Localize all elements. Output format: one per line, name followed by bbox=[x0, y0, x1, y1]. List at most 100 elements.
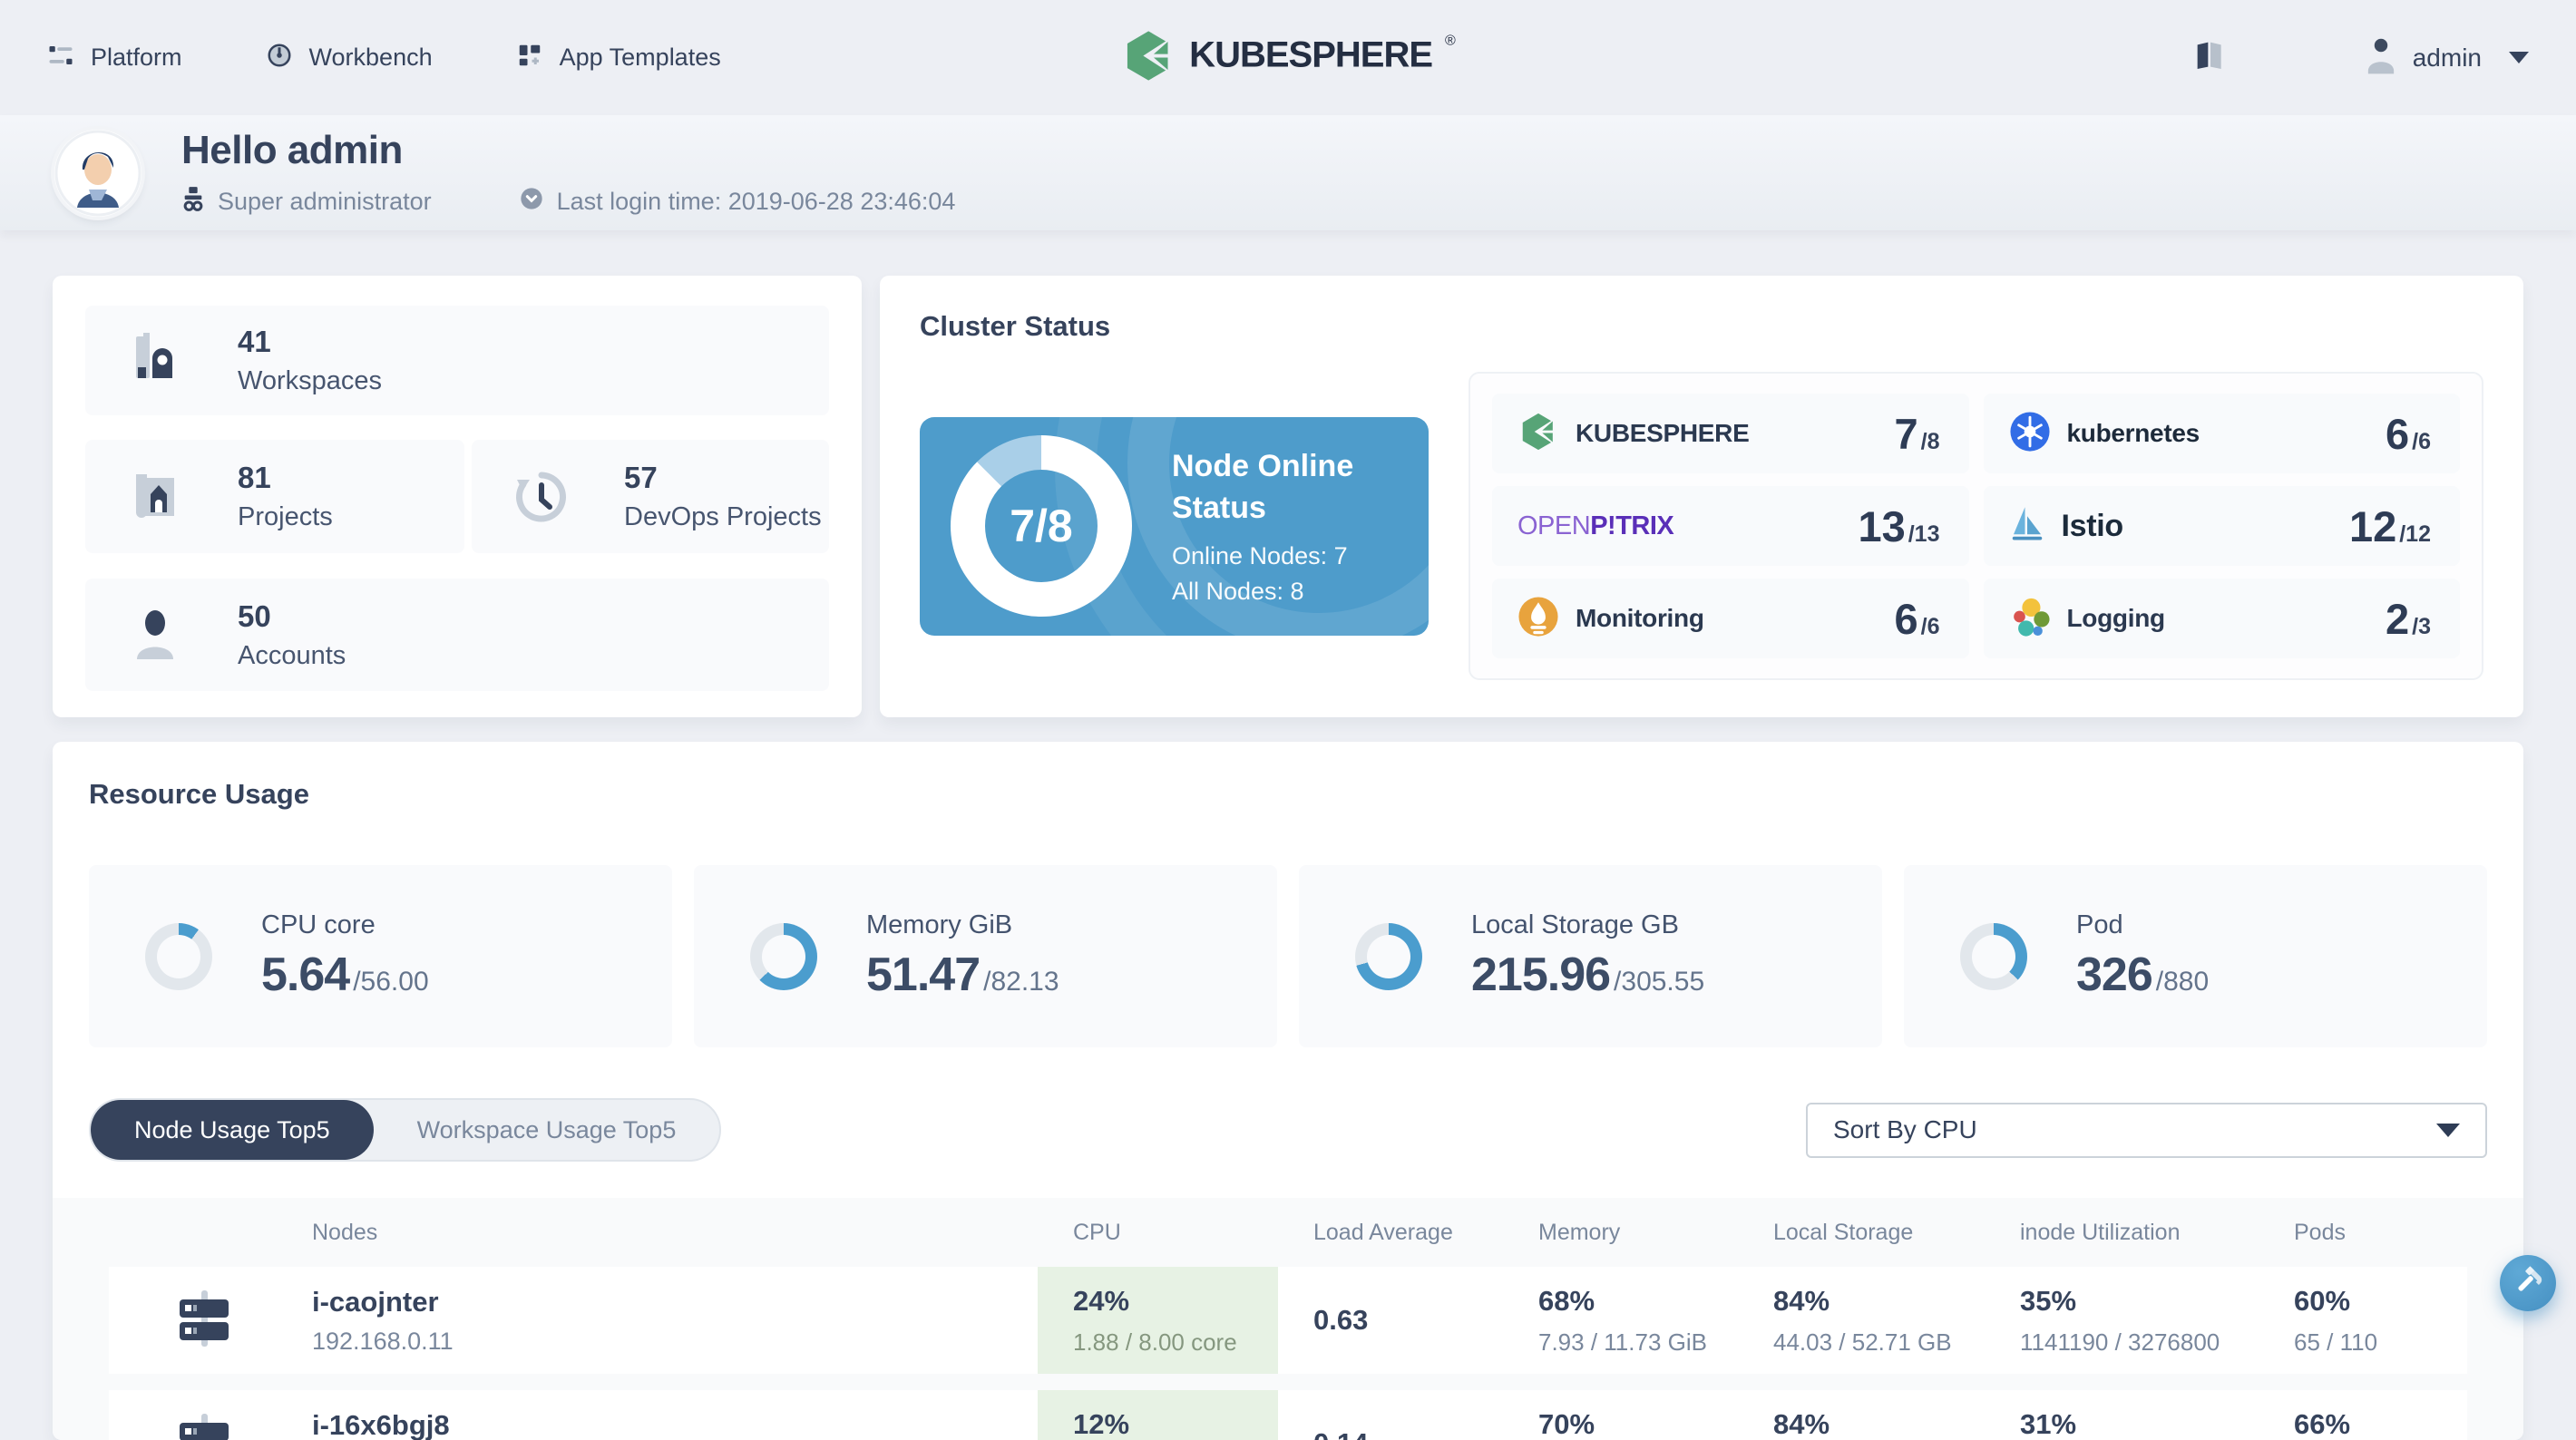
node-usage-table: Nodes CPU Load Average Memory Local Stor… bbox=[53, 1198, 2523, 1440]
memory-detail: 7.93 / 11.73 GiB bbox=[1538, 1328, 1707, 1356]
avatar bbox=[54, 129, 141, 217]
col-header-pods: Pods bbox=[2294, 1219, 2346, 1245]
inode-detail: 1141190 / 3276800 bbox=[2020, 1328, 2220, 1356]
table-row[interactable]: i-16x6bgj8 192.168.0.14 12% 0.93 / 8.00 … bbox=[109, 1390, 2467, 1440]
component-name: Istio bbox=[2061, 508, 2124, 543]
stat-label: Projects bbox=[238, 502, 333, 531]
logo-reg-mark: ® bbox=[1445, 33, 1456, 48]
cpu-cell: 24% 1.88 / 8.00 core bbox=[1038, 1267, 1278, 1374]
component-name: KUBESPHERE bbox=[1576, 419, 1750, 447]
node-online-status-card: 7/8 Node Online Status Online Nodes: 7 A… bbox=[920, 416, 1429, 636]
load-average-value: 0.14 bbox=[1313, 1427, 1503, 1440]
memory-percent: 70% bbox=[1538, 1407, 1595, 1440]
nav-right: admin bbox=[2191, 35, 2529, 80]
usage-label: Pod bbox=[2076, 910, 2123, 939]
accounts-icon bbox=[123, 607, 187, 663]
memory-cell: 68% 7.93 / 11.73 GiB bbox=[1503, 1285, 1738, 1357]
stat-value: 57 bbox=[624, 461, 658, 494]
usage-label: CPU core bbox=[261, 910, 376, 939]
col-header-memory: Memory bbox=[1538, 1219, 1621, 1245]
memory-cell: 70% 8.11 / 11.73 GiB bbox=[1503, 1408, 1738, 1440]
component-kubesphere[interactable]: KUBESPHERE 7 /8 bbox=[1492, 394, 1969, 473]
usage-total: /880 bbox=[2155, 967, 2210, 997]
platform-icon bbox=[47, 42, 74, 73]
usage-total: /56.00 bbox=[353, 967, 429, 997]
stat-value: 81 bbox=[238, 461, 271, 494]
last-login: Last login time: 2019-06-28 23:46:04 bbox=[519, 186, 955, 218]
col-header-nodes: Nodes bbox=[312, 1219, 378, 1245]
local-storage-donut bbox=[1355, 922, 1422, 990]
node-name: i-caojnter bbox=[312, 1285, 439, 1318]
component-openpitrix[interactable]: OPENP!TRIX 13 /13 bbox=[1492, 486, 1969, 566]
user-name: admin bbox=[2412, 43, 2482, 72]
kubesphere-icon bbox=[1517, 411, 1559, 457]
usage-total: /82.13 bbox=[983, 967, 1059, 997]
component-kubernetes[interactable]: kubernetes 6 /6 bbox=[1983, 394, 2460, 473]
node-cell[interactable]: i-16x6bgj8 192.168.0.14 bbox=[312, 1409, 1038, 1440]
pods-percent: 60% bbox=[2294, 1284, 2351, 1317]
app-templates-icon bbox=[516, 42, 543, 73]
nav-item-label: Platform bbox=[91, 44, 182, 71]
pods-percent: 66% bbox=[2294, 1407, 2351, 1440]
usage-label: Local Storage GB bbox=[1471, 910, 1679, 939]
component-logging[interactable]: Logging 2 /3 bbox=[1983, 579, 2460, 658]
component-monitoring[interactable]: Monitoring 6 /6 bbox=[1492, 579, 1969, 658]
logging-icon bbox=[2009, 596, 2051, 642]
pods-detail: 65 / 110 bbox=[2294, 1328, 2378, 1356]
istio-icon bbox=[2009, 504, 2045, 549]
table-row[interactable]: i-caojnter 192.168.0.11 24% 1.88 / 8.00 … bbox=[109, 1267, 2467, 1374]
load-average-value: 0.63 bbox=[1313, 1304, 1369, 1336]
chevron-down-icon bbox=[2436, 1123, 2460, 1137]
tab-node-usage-top5[interactable]: Node Usage Top5 bbox=[91, 1100, 374, 1160]
components-panel: KUBESPHERE 7 /8 kubernetes 6 /6 OPENP!TR… bbox=[1469, 372, 2483, 680]
openpitrix-logo: OPENP!TRIX bbox=[1517, 511, 1674, 540]
node-name: i-16x6bgj8 bbox=[312, 1408, 450, 1440]
component-value: 6 bbox=[1894, 594, 1918, 643]
stat-devops-projects[interactable]: 57 DevOps Projects bbox=[472, 440, 829, 553]
component-name: kubernetes bbox=[2066, 419, 2200, 447]
component-total: /13 bbox=[1908, 521, 1940, 547]
stat-workspaces[interactable]: 41 Workspaces bbox=[85, 306, 829, 415]
logo-text: KUBESPHERE bbox=[1189, 34, 1433, 74]
local-storage-percent: 84% bbox=[1773, 1407, 1830, 1440]
nav-item-workbench[interactable]: Workbench bbox=[266, 42, 433, 73]
nav-item-platform[interactable]: Platform bbox=[47, 42, 182, 73]
node-ip: 192.168.0.11 bbox=[312, 1327, 454, 1355]
user-role-label: Super administrator bbox=[218, 188, 432, 215]
sort-by-value: Sort By CPU bbox=[1833, 1115, 1977, 1143]
tab-workspace-usage-top5[interactable]: Workspace Usage Top5 bbox=[374, 1100, 720, 1160]
toolbox-button[interactable] bbox=[2500, 1255, 2556, 1311]
component-value: 2 bbox=[2386, 594, 2410, 643]
cpu-percent: 12% bbox=[1073, 1407, 1130, 1440]
component-value: 12 bbox=[2348, 501, 2397, 550]
nav-item-label: Workbench bbox=[308, 44, 433, 71]
sort-by-select[interactable]: Sort By CPU bbox=[1806, 1102, 2487, 1158]
usage-value: 51.47 bbox=[866, 949, 981, 1001]
docs-book-icon[interactable] bbox=[2191, 37, 2228, 78]
stat-accounts[interactable]: 50 Accounts bbox=[85, 579, 829, 691]
pod-donut bbox=[1960, 922, 2027, 990]
chevron-down-icon bbox=[2509, 52, 2529, 63]
pods-cell: 66% 72 / 110 bbox=[2259, 1408, 2467, 1440]
local-storage-percent: 84% bbox=[1773, 1284, 1830, 1317]
usage-local-storage: Local Storage GB 215.96 /305.55 bbox=[1299, 865, 1882, 1047]
memory-donut bbox=[750, 922, 817, 990]
node-cell[interactable]: i-caojnter 192.168.0.11 bbox=[312, 1286, 1038, 1356]
pods-cell: 60% 65 / 110 bbox=[2259, 1285, 2467, 1357]
cluster-status-title: Cluster Status bbox=[920, 310, 1111, 342]
usage-label: Memory GiB bbox=[866, 910, 1013, 939]
inode-percent: 31% bbox=[2020, 1407, 2077, 1440]
stat-projects[interactable]: 81 Projects bbox=[85, 440, 464, 553]
top-nav: Platform Workbench App Templates KUBESPH… bbox=[0, 0, 2576, 115]
load-average-cell: 0.63 bbox=[1278, 1304, 1503, 1337]
nav-item-label: App Templates bbox=[559, 44, 721, 71]
stat-value: 41 bbox=[238, 325, 271, 358]
node-server-icon bbox=[109, 1289, 312, 1353]
component-istio[interactable]: Istio 12 /12 bbox=[1983, 486, 2460, 566]
local-storage-cell: 84% 44.03 / 52.71 GB bbox=[1738, 1285, 1985, 1357]
user-menu[interactable]: admin bbox=[2364, 35, 2529, 80]
stat-label: Accounts bbox=[238, 640, 346, 670]
nav-item-app-templates[interactable]: App Templates bbox=[516, 42, 721, 73]
component-name: Monitoring bbox=[1576, 604, 1704, 632]
hammer-icon bbox=[2512, 1265, 2544, 1302]
